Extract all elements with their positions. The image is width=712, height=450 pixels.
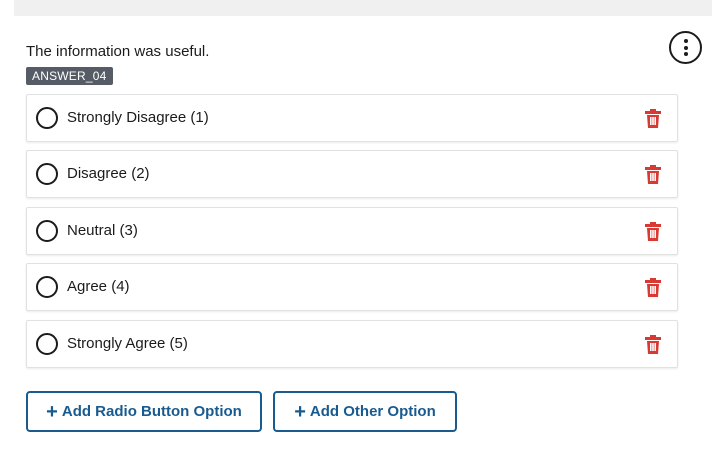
add-radio-button-option-button[interactable]: + Add Radio Button Option: [26, 391, 262, 432]
more-options-button[interactable]: [669, 31, 702, 64]
radio-circle-icon[interactable]: [36, 107, 58, 129]
kebab-dot: [683, 39, 688, 43]
radio-option-row: Agree (4): [26, 263, 678, 311]
kebab-dot: [683, 45, 688, 50]
trash-icon[interactable]: [645, 278, 661, 297]
radio-option-row: Strongly Disagree (1): [26, 94, 678, 142]
radio-option-row: Disagree (2): [26, 150, 678, 198]
option-label: Strongly Agree (5): [67, 335, 188, 352]
trash-icon[interactable]: [645, 335, 661, 354]
trash-icon[interactable]: [645, 222, 661, 241]
radio-option-row: Strongly Agree (5): [26, 320, 678, 368]
question-text: The information was useful.: [26, 43, 210, 60]
plus-icon: +: [46, 400, 58, 423]
option-label: Agree (4): [67, 278, 130, 295]
option-label: Disagree (2): [67, 165, 150, 182]
answer-id-tag: ANSWER_04: [26, 67, 113, 85]
kebab-dot: [683, 52, 688, 56]
trash-icon[interactable]: [645, 165, 661, 184]
radio-circle-icon[interactable]: [36, 333, 58, 355]
add-radio-button-option-label: Add Radio Button Option: [61, 403, 242, 420]
add-other-option-button[interactable]: + Add Other Option: [273, 391, 457, 432]
add-other-option-label: Add Other Option: [309, 403, 436, 420]
trash-icon[interactable]: [645, 109, 661, 128]
radio-circle-icon[interactable]: [36, 220, 58, 242]
radio-option-row: Neutral (3): [26, 207, 678, 255]
radio-circle-icon[interactable]: [36, 276, 58, 298]
top-divider-bar: [14, 0, 712, 16]
option-label: Strongly Disagree (1): [67, 109, 209, 126]
radio-circle-icon[interactable]: [36, 163, 58, 185]
option-label: Neutral (3): [67, 222, 138, 239]
plus-icon: +: [294, 400, 306, 423]
